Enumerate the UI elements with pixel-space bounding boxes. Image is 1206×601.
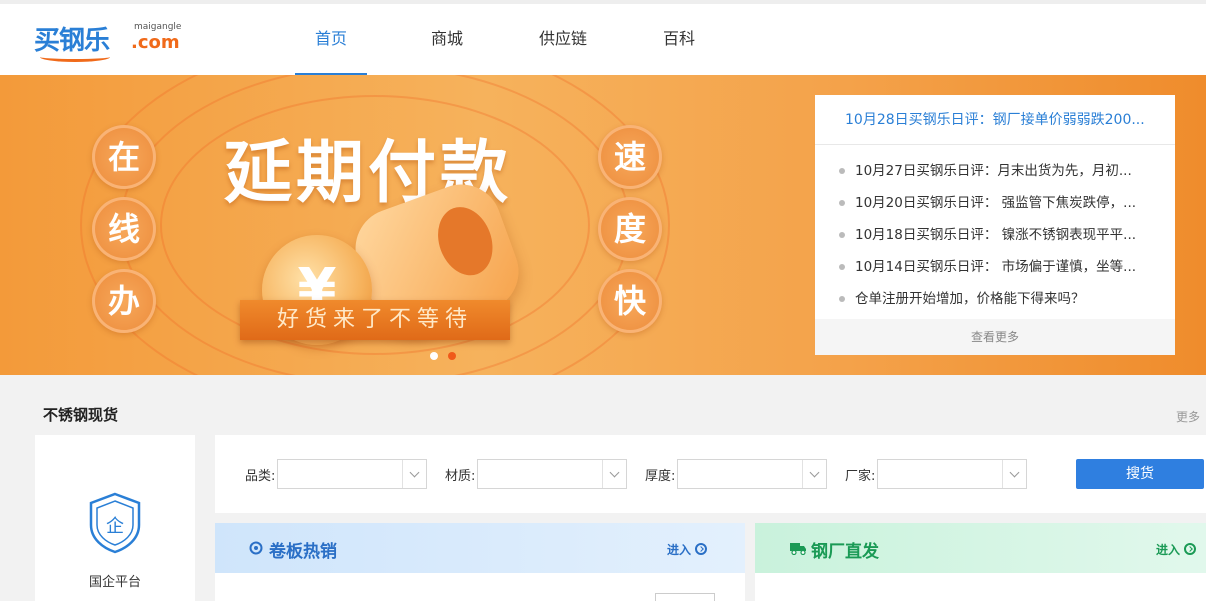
- card-label: 国企平台: [88, 575, 141, 590]
- nav-item-home[interactable]: 首页: [295, 4, 367, 75]
- enter-label: 进入: [1156, 543, 1181, 557]
- bullet-icon: [839, 296, 845, 302]
- filter-bar: 品类: 材质: 厚度: 厂家: 搜货: [215, 435, 1206, 513]
- news-more-link[interactable]: 查看更多: [815, 319, 1175, 355]
- filter-label: 厂家:: [845, 468, 876, 484]
- panel-enter-link[interactable]: 进入: [1156, 541, 1197, 558]
- material-select[interactable]: [477, 459, 628, 489]
- panel-mill-direct: 钢厂直发 进入: [755, 523, 1206, 601]
- banner-ribbon: 好货来了不等待: [240, 300, 510, 340]
- main-nav: 首页 商城 供应链 百科: [295, 4, 759, 75]
- news-item[interactable]: 10月27日买钢乐日评：月末出货为先，月初...: [839, 155, 1155, 187]
- panel-enter-link[interactable]: 进入: [667, 541, 708, 558]
- news-item[interactable]: 10月20日买钢乐日评： 强监管下焦炭跌停，...: [839, 187, 1155, 219]
- partial-input[interactable]: [655, 593, 715, 601]
- truck-icon: [790, 543, 806, 555]
- news-item[interactable]: 10月14日买钢乐日评： 市场偏于谨慎，坐等...: [839, 251, 1155, 283]
- banner-char: 快: [598, 269, 662, 333]
- filter-label: 品类:: [245, 468, 276, 484]
- filter-manufacturer: 厂家:: [845, 459, 1028, 489]
- bullet-icon: [839, 232, 845, 238]
- panel-title: 钢厂直发: [811, 542, 879, 562]
- nav-item-encyclopedia[interactable]: 百科: [643, 4, 715, 75]
- panel-header: 钢厂直发 进入: [755, 523, 1206, 573]
- news-list: 10月27日买钢乐日评：月末出货为先，月初... 10月20日买钢乐日评： 强监…: [815, 145, 1175, 315]
- news-item-text: 仓单注册开始增加，价格能下得来吗？: [855, 291, 1085, 307]
- search-button[interactable]: 搜货: [1076, 459, 1204, 489]
- state-enterprise-card[interactable]: 企 国企平台: [35, 435, 195, 601]
- carousel-dots: [430, 352, 456, 360]
- thickness-select[interactable]: [677, 459, 828, 489]
- circle-arrow-right-icon: [1184, 543, 1197, 555]
- bullet-icon: [839, 264, 845, 270]
- panel-body: [215, 573, 745, 601]
- banner-char: 在: [92, 125, 156, 189]
- panel-header: 卷板热销 进入: [215, 523, 745, 573]
- site-logo[interactable]: 买钢乐 maigangle .com: [34, 18, 184, 64]
- logo-domain: .com: [131, 32, 180, 53]
- news-item-text: 10月20日买钢乐日评： 强监管下焦炭跌停，...: [855, 195, 1137, 211]
- bullet-icon: [839, 200, 845, 206]
- nav-item-mall[interactable]: 商城: [411, 4, 483, 75]
- chevron-down-icon: [1002, 460, 1026, 488]
- news-item-text: 10月27日买钢乐日评：月末出货为先，月初...: [855, 163, 1132, 179]
- site-header: 买钢乐 maigangle .com 首页 商城 供应链 百科: [0, 4, 1206, 75]
- chevron-down-icon: [402, 460, 426, 488]
- category-select[interactable]: [277, 459, 428, 489]
- shield-icon: 企: [89, 492, 141, 554]
- panel-coil-hot-sale: 卷板热销 进入: [215, 523, 745, 601]
- coil-icon: [249, 541, 263, 555]
- filter-label: 材质:: [445, 468, 476, 484]
- enter-label: 进入: [667, 543, 692, 557]
- section-more-link[interactable]: 更多: [1176, 408, 1200, 425]
- news-item[interactable]: 10月18日买钢乐日评： 镍涨不锈钢表现平平...: [839, 219, 1155, 251]
- shield-char: 企: [106, 516, 124, 537]
- chevron-down-icon: [602, 460, 626, 488]
- circle-arrow-right-icon: [695, 543, 708, 555]
- carousel-dot-active[interactable]: [448, 352, 456, 360]
- filter-category: 品类:: [245, 459, 428, 489]
- banner-char: 线: [92, 197, 156, 261]
- banner-char: 速: [598, 125, 662, 189]
- filter-material: 材质:: [445, 459, 628, 489]
- news-headline[interactable]: 10月28日买钢乐日评：钢厂接单价弱弱跌200...: [815, 95, 1175, 145]
- logo-pinyin: maigangle: [134, 22, 182, 32]
- carousel-dot[interactable]: [430, 352, 438, 360]
- news-item-text: 10月14日买钢乐日评： 市场偏于谨慎，坐等...: [855, 259, 1137, 275]
- news-panel: 10月28日买钢乐日评：钢厂接单价弱弱跌200... 10月27日买钢乐日评：月…: [815, 95, 1175, 355]
- filter-thickness: 厚度:: [645, 459, 828, 489]
- logo-swoosh-icon: [40, 52, 110, 62]
- panel-body: [755, 573, 1206, 601]
- section-title: 不锈钢现货: [43, 406, 119, 424]
- nav-item-supply-chain[interactable]: 供应链: [527, 4, 599, 75]
- banner-char: 办: [92, 269, 156, 333]
- filter-label: 厚度:: [645, 468, 676, 484]
- panel-title: 卷板热销: [269, 542, 337, 562]
- news-item-text: 10月18日买钢乐日评： 镍涨不锈钢表现平平...: [855, 227, 1137, 243]
- promo-banner[interactable]: 在 线 办 速 度 快 延期付款 ¥ 好货来了不等待 10月28日买钢乐日评：钢…: [0, 75, 1206, 375]
- news-item[interactable]: 仓单注册开始增加，价格能下得来吗？: [839, 283, 1155, 315]
- banner-char: 度: [598, 197, 662, 261]
- chevron-down-icon: [802, 460, 826, 488]
- manufacturer-select[interactable]: [877, 459, 1028, 489]
- bullet-icon: [839, 168, 845, 174]
